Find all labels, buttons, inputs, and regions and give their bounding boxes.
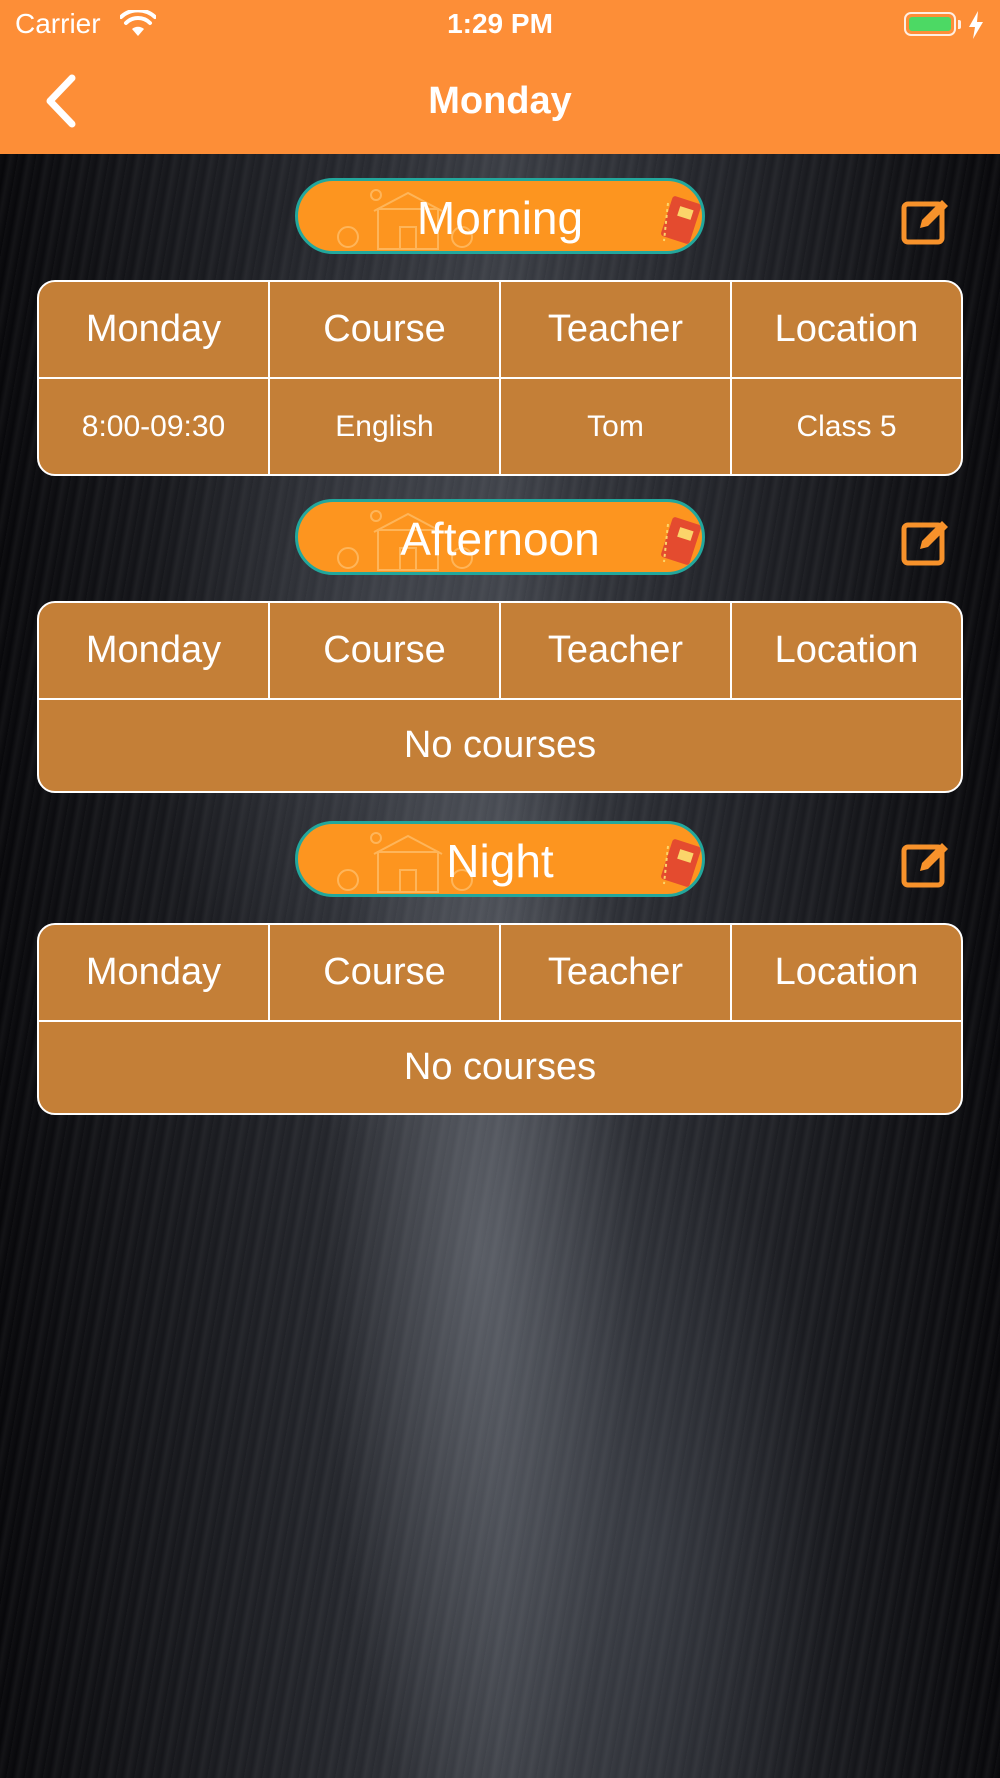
schedule-table: Monday Course Teacher Location No courses <box>37 601 963 793</box>
table-header-row: Monday Course Teacher Location <box>39 282 961 377</box>
table-row[interactable]: 8:00-09:30 English Tom Class 5 <box>39 377 961 474</box>
notebook-icon <box>661 196 701 244</box>
battery-icon <box>904 12 956 36</box>
column-header: Teacher <box>499 282 730 377</box>
battery-tip <box>958 20 961 29</box>
page-title: Monday <box>428 80 572 122</box>
screen: Carrier 1:29 PM Monday Morning Monday Cour… <box>0 0 1000 1778</box>
charging-bolt-icon <box>969 11 983 39</box>
table-cell: Class 5 <box>730 379 961 474</box>
notebook-icon <box>661 517 701 565</box>
edit-button[interactable] <box>900 515 952 567</box>
schedule-table: Monday Course Teacher Location No courses <box>37 923 963 1115</box>
column-header: Location <box>730 925 961 1020</box>
section-title: Afternoon <box>400 513 600 565</box>
column-header: Location <box>730 603 961 698</box>
table-cell: 8:00-09:30 <box>81 409 226 443</box>
table-header-row: Monday Course Teacher Location <box>39 603 961 698</box>
column-header: Course <box>268 282 499 377</box>
column-header: Monday <box>85 308 222 350</box>
section-title-pill[interactable]: Morning <box>295 178 705 254</box>
status-bar: Carrier 1:29 PM <box>0 0 1000 50</box>
column-header: Course <box>268 925 499 1020</box>
table-cell: English <box>268 379 499 474</box>
edit-icon <box>901 521 948 566</box>
status-time: 1:29 PM <box>447 8 553 39</box>
column-header: Monday <box>85 629 222 671</box>
edit-button[interactable] <box>900 194 952 246</box>
column-header: Teacher <box>499 603 730 698</box>
table-cell: Tom <box>499 379 730 474</box>
notebook-icon <box>661 839 701 887</box>
edit-button[interactable] <box>900 837 952 889</box>
column-header: Monday <box>85 951 222 993</box>
section-title-pill[interactable]: Afternoon <box>295 499 705 575</box>
empty-message: No courses <box>39 698 961 791</box>
section-title: Morning <box>416 192 584 244</box>
edit-icon <box>901 200 948 245</box>
column-header: Location <box>730 282 961 377</box>
edit-icon <box>901 843 948 888</box>
schedule-table: Monday Course Teacher Location 8:00-09:30 Eng… <box>37 280 963 476</box>
section-title: Night <box>446 835 554 887</box>
table-header-row: Monday Course Teacher Location <box>39 925 961 1020</box>
column-header: Teacher <box>499 925 730 1020</box>
empty-message: No courses <box>39 1020 961 1113</box>
column-header: Course <box>268 603 499 698</box>
section-title-pill[interactable]: Night <box>295 821 705 897</box>
navigation-bar: Monday <box>0 50 1000 154</box>
